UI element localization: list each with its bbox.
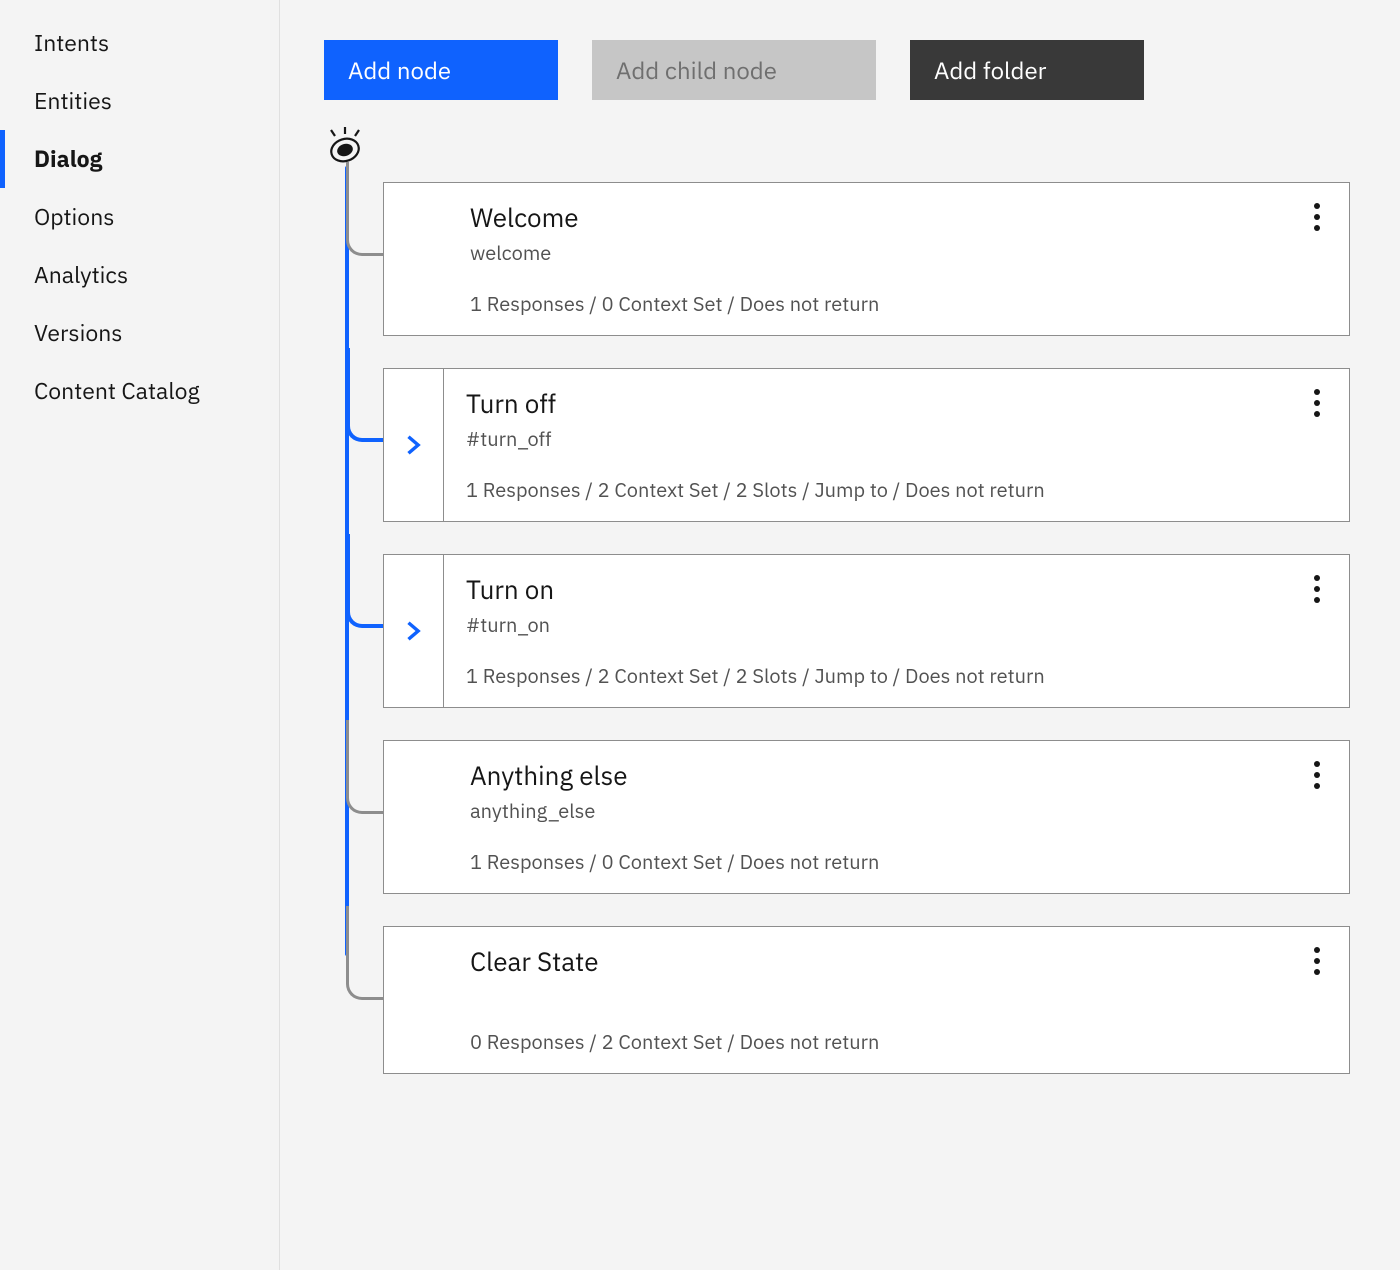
- sidebar-item-versions[interactable]: Versions: [0, 304, 279, 362]
- tree-connector: [346, 906, 386, 1000]
- node-condition: welcome: [470, 239, 1327, 266]
- tree-connector: [346, 162, 386, 256]
- node-summary: 1 Responses / 2 Context Set / 2 Slots / …: [466, 452, 1327, 503]
- toolbar: Add node Add child node Add folder: [324, 40, 1350, 100]
- kebab-menu-icon[interactable]: [1303, 943, 1331, 979]
- add-node-button[interactable]: Add node: [324, 40, 558, 100]
- node-gutter: [384, 183, 460, 335]
- assistant-icon: [324, 124, 366, 166]
- node-summary: 1 Responses / 2 Context Set / 2 Slots / …: [466, 638, 1327, 689]
- dialog-node-anything-else[interactable]: Anything else anything_else 1 Responses …: [383, 740, 1350, 894]
- tree-connector: [346, 534, 386, 628]
- sidebar-item-analytics[interactable]: Analytics: [0, 246, 279, 304]
- node-body: Turn off #turn_off 1 Responses / 2 Conte…: [444, 369, 1349, 521]
- kebab-menu-icon[interactable]: [1303, 199, 1331, 235]
- kebab-menu-icon[interactable]: [1303, 385, 1331, 421]
- node-title: Clear State: [470, 945, 1327, 979]
- node-body: Clear State 0 Responses / 2 Context Set …: [460, 927, 1349, 1073]
- sidebar-item-intents[interactable]: Intents: [0, 14, 279, 72]
- node-title: Anything else: [470, 759, 1327, 793]
- node-body: Turn on #turn_on 1 Responses / 2 Context…: [444, 555, 1349, 707]
- node-condition: #turn_off: [466, 425, 1327, 452]
- sidebar: Intents Entities Dialog Options Analytic…: [0, 0, 280, 1270]
- node-row: Anything else anything_else 1 Responses …: [383, 740, 1350, 894]
- node-list: Welcome welcome 1 Responses / 0 Context …: [324, 124, 1350, 1074]
- node-body: Welcome welcome 1 Responses / 0 Context …: [460, 183, 1349, 335]
- node-row: Welcome welcome 1 Responses / 0 Context …: [383, 182, 1350, 336]
- expand-toggle[interactable]: [384, 555, 444, 707]
- sidebar-item-content-catalog[interactable]: Content Catalog: [0, 362, 279, 420]
- node-row: Clear State 0 Responses / 2 Context Set …: [383, 926, 1350, 1074]
- node-title: Turn on: [466, 573, 1327, 607]
- node-condition: anything_else: [470, 797, 1327, 824]
- chevron-right-icon: [403, 620, 425, 642]
- dialog-node-turn-off[interactable]: Turn off #turn_off 1 Responses / 2 Conte…: [383, 368, 1350, 522]
- sidebar-item-entities[interactable]: Entities: [0, 72, 279, 130]
- node-body: Anything else anything_else 1 Responses …: [460, 741, 1349, 893]
- tree-connector: [346, 348, 386, 442]
- node-row: Turn on #turn_on 1 Responses / 2 Context…: [383, 554, 1350, 708]
- tree-connector: [346, 720, 386, 814]
- kebab-menu-icon[interactable]: [1303, 757, 1331, 793]
- sidebar-item-options[interactable]: Options: [0, 188, 279, 246]
- main-panel: Add node Add child node Add folder: [280, 0, 1400, 1270]
- app-root: Intents Entities Dialog Options Analytic…: [0, 0, 1400, 1270]
- node-title: Turn off: [466, 387, 1327, 421]
- add-folder-button[interactable]: Add folder: [910, 40, 1144, 100]
- node-summary: 1 Responses / 0 Context Set / Does not r…: [470, 266, 1327, 317]
- chevron-right-icon: [403, 434, 425, 456]
- sidebar-item-dialog[interactable]: Dialog: [0, 130, 279, 188]
- node-title: Welcome: [470, 201, 1327, 235]
- node-condition: #turn_on: [466, 611, 1327, 638]
- expand-toggle[interactable]: [384, 369, 444, 521]
- dialog-tree: Welcome welcome 1 Responses / 0 Context …: [324, 124, 1350, 1074]
- node-summary: 0 Responses / 2 Context Set / Does not r…: [470, 1004, 1327, 1055]
- dialog-node-turn-on[interactable]: Turn on #turn_on 1 Responses / 2 Context…: [383, 554, 1350, 708]
- node-row: Turn off #turn_off 1 Responses / 2 Conte…: [383, 368, 1350, 522]
- node-gutter: [384, 927, 460, 1073]
- dialog-node-clear-state[interactable]: Clear State 0 Responses / 2 Context Set …: [383, 926, 1350, 1074]
- add-child-node-button: Add child node: [592, 40, 876, 100]
- kebab-menu-icon[interactable]: [1303, 571, 1331, 607]
- node-gutter: [384, 741, 460, 893]
- dialog-node-welcome[interactable]: Welcome welcome 1 Responses / 0 Context …: [383, 182, 1350, 336]
- node-summary: 1 Responses / 0 Context Set / Does not r…: [470, 824, 1327, 875]
